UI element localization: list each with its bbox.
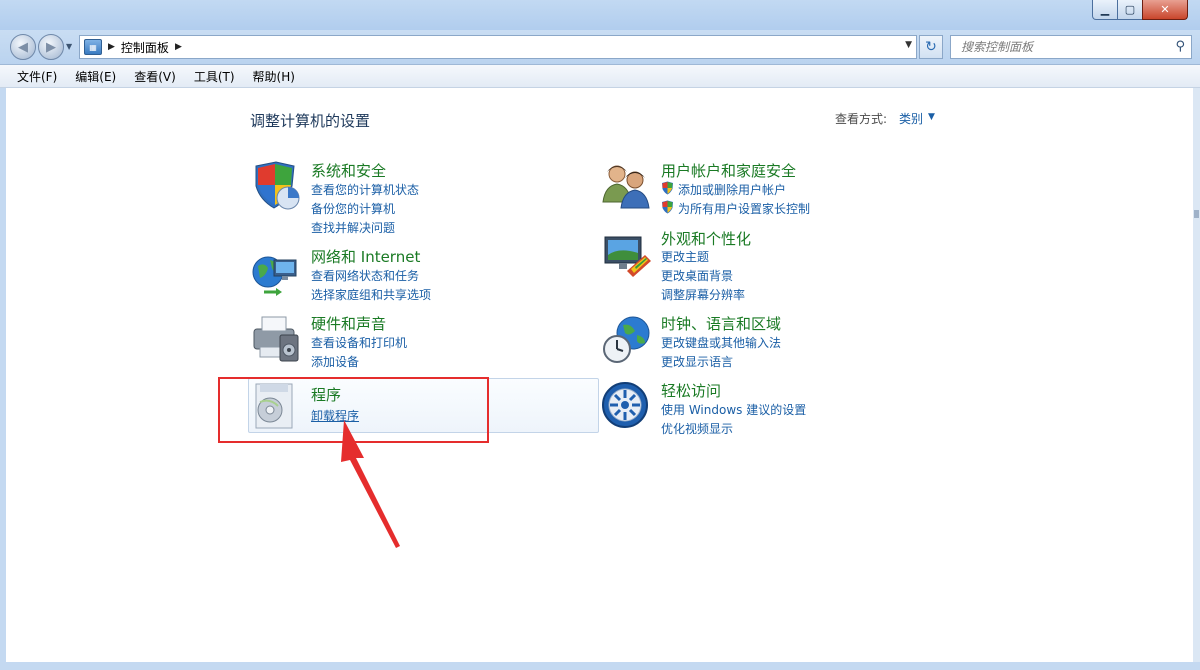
link-change-theme[interactable]: 更改主题 bbox=[661, 248, 709, 265]
address-bar[interactable]: ▦ ▶ 控制面板 ▶ ▼ bbox=[79, 35, 917, 59]
monitor-paint-icon bbox=[604, 236, 651, 277]
window-right-border bbox=[1193, 88, 1200, 670]
search-icon[interactable]: ⚲ bbox=[1175, 39, 1185, 54]
category-user-accounts[interactable]: 用户帐户和家庭安全 bbox=[661, 160, 796, 181]
refresh-icon: ↻ bbox=[925, 39, 937, 55]
search-box[interactable]: ⚲ bbox=[950, 35, 1192, 59]
category-network-internet[interactable]: 网络和 Internet bbox=[311, 246, 420, 267]
back-arrow-icon: ◀ bbox=[18, 39, 28, 55]
recent-pages-dropdown[interactable]: ▼ bbox=[66, 42, 72, 51]
link-backup-computer[interactable]: 备份您的计算机 bbox=[311, 200, 395, 217]
search-input[interactable] bbox=[959, 36, 1163, 58]
link-add-remove-accounts[interactable]: 添加或删除用户帐户 bbox=[661, 181, 786, 198]
forward-arrow-icon: ▶ bbox=[46, 39, 56, 55]
uac-shield-icon bbox=[662, 181, 673, 195]
shield-pie-icon bbox=[255, 161, 300, 210]
category-ease-of-access[interactable]: 轻松访问 bbox=[661, 380, 721, 401]
printer-icon bbox=[253, 316, 299, 362]
clock-globe-icon bbox=[603, 316, 650, 363]
link-view-computer-status[interactable]: 查看您的计算机状态 bbox=[311, 181, 419, 198]
menu-file[interactable]: 文件(F) bbox=[10, 68, 64, 85]
link-parental-controls-label: 为所有用户设置家长控制 bbox=[678, 202, 811, 216]
view-by-dropdown[interactable]: 类别 bbox=[899, 110, 923, 127]
link-add-device[interactable]: 添加设备 bbox=[311, 353, 359, 370]
link-windows-recommended-settings[interactable]: 使用 Windows 建议的设置 bbox=[661, 401, 806, 418]
forward-button[interactable]: ▶ bbox=[38, 34, 64, 60]
link-change-input-method[interactable]: 更改键盘或其他输入法 bbox=[661, 334, 781, 351]
chevron-right-icon[interactable]: ▶ bbox=[175, 42, 182, 52]
minimize-button[interactable]: ▁ bbox=[1092, 0, 1118, 20]
close-icon: ✕ bbox=[1160, 3, 1170, 16]
window-bottom-border bbox=[0, 662, 1200, 670]
link-devices-printers[interactable]: 查看设备和打印机 bbox=[311, 334, 407, 351]
chevron-right-icon[interactable]: ▶ bbox=[108, 42, 115, 52]
category-clock-language-region[interactable]: 时钟、语言和区域 bbox=[661, 313, 781, 334]
view-by-label: 查看方式: bbox=[835, 112, 888, 126]
link-add-remove-accounts-label: 添加或删除用户帐户 bbox=[678, 183, 787, 197]
annotation-arrow-icon bbox=[341, 420, 400, 548]
category-hardware-sound[interactable]: 硬件和声音 bbox=[311, 313, 386, 334]
link-optimize-video-display[interactable]: 优化视频显示 bbox=[661, 420, 733, 437]
ease-of-access-icon bbox=[602, 382, 648, 428]
menu-help[interactable]: 帮助(H) bbox=[246, 68, 302, 85]
breadcrumb-control-panel[interactable]: 控制面板 bbox=[121, 39, 169, 56]
back-button[interactable]: ◀ bbox=[10, 34, 36, 60]
title-bar[interactable]: ▁ ▢ ✕ bbox=[0, 0, 1200, 30]
menu-bar: 文件(F) 编辑(E) 查看(V) 工具(T) 帮助(H) bbox=[0, 65, 1200, 88]
link-homegroup-sharing[interactable]: 选择家庭组和共享选项 bbox=[311, 286, 431, 303]
close-button[interactable]: ✕ bbox=[1142, 0, 1188, 20]
page-title: 调整计算机的设置 bbox=[250, 112, 371, 130]
link-screen-resolution[interactable]: 调整屏幕分辨率 bbox=[661, 286, 745, 303]
menu-edit[interactable]: 编辑(E) bbox=[68, 68, 123, 85]
control-panel-icon: ▦ bbox=[84, 39, 102, 55]
network-globe-icon bbox=[252, 256, 297, 296]
uac-shield-icon bbox=[662, 200, 673, 214]
content-area bbox=[6, 88, 1192, 662]
address-dropdown-icon[interactable]: ▼ bbox=[905, 40, 912, 50]
link-parental-controls[interactable]: 为所有用户设置家长控制 bbox=[661, 200, 810, 217]
minimize-icon: ▁ bbox=[1100, 3, 1110, 16]
link-network-status[interactable]: 查看网络状态和任务 bbox=[311, 267, 419, 284]
category-appearance[interactable]: 外观和个性化 bbox=[661, 228, 751, 249]
link-change-display-language[interactable]: 更改显示语言 bbox=[661, 353, 733, 370]
link-change-background[interactable]: 更改桌面背景 bbox=[661, 267, 733, 284]
menu-tools[interactable]: 工具(T) bbox=[187, 68, 242, 85]
chevron-down-icon[interactable]: ▼ bbox=[928, 112, 935, 122]
maximize-icon: ▢ bbox=[1124, 3, 1136, 16]
navigation-bar: ◀ ▶ ▼ ▦ ▶ 控制面板 ▶ ▼ ↻ ⚲ bbox=[0, 30, 1200, 65]
refresh-button[interactable]: ↻ bbox=[919, 35, 943, 59]
maximize-button[interactable]: ▢ bbox=[1117, 0, 1143, 20]
category-system-security[interactable]: 系统和安全 bbox=[311, 160, 386, 181]
users-icon bbox=[602, 165, 650, 209]
resize-grip[interactable] bbox=[1194, 210, 1199, 218]
menu-view[interactable]: 查看(V) bbox=[127, 68, 183, 85]
link-troubleshoot[interactable]: 查找并解决问题 bbox=[311, 219, 395, 236]
